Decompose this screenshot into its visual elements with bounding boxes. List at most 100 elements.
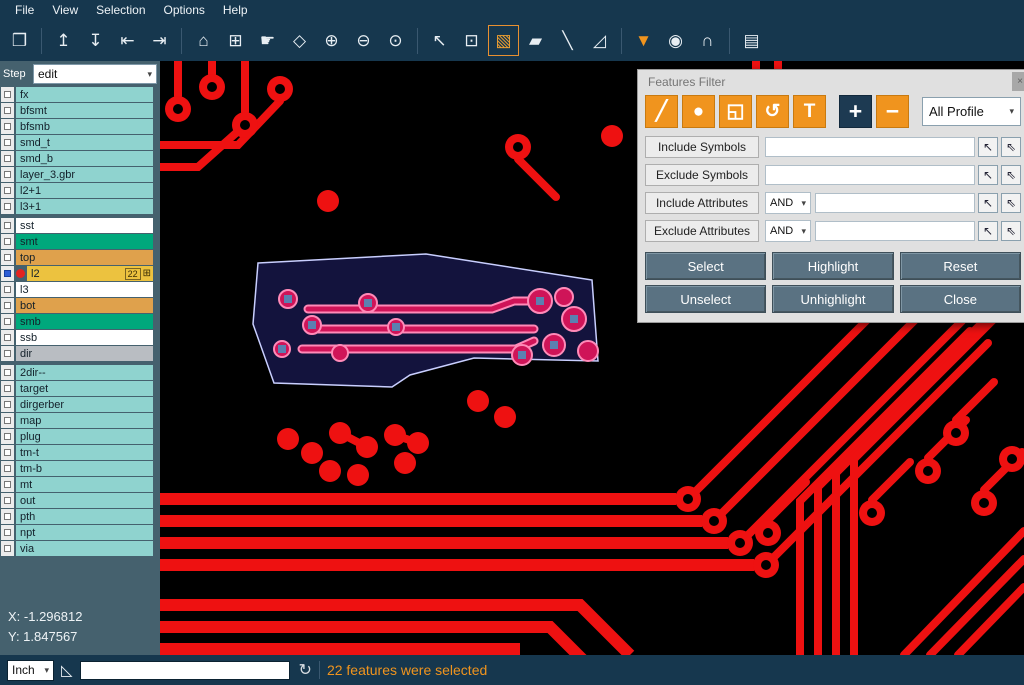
refresh-icon[interactable]: ↻ bbox=[299, 660, 312, 680]
layer-name[interactable]: bfsmb bbox=[16, 119, 153, 134]
exclude-attributes-operator-select[interactable]: AND ▾ bbox=[765, 220, 811, 242]
ruler-icon[interactable]: ◿ bbox=[584, 25, 615, 56]
layer-row-l2+1[interactable]: l2+1 bbox=[0, 183, 160, 198]
layer-visibility-checkbox[interactable] bbox=[1, 199, 14, 214]
layer-visibility-checkbox[interactable] bbox=[1, 461, 14, 476]
zoom-out-icon[interactable]: ⊖ bbox=[348, 25, 379, 56]
exclude-symbols-button[interactable]: Exclude Symbols bbox=[645, 164, 759, 186]
filter-text-button[interactable]: T bbox=[793, 95, 826, 128]
lasso-select-icon[interactable]: ◇ bbox=[284, 25, 315, 56]
layer-visibility-checkbox[interactable] bbox=[1, 445, 14, 460]
layer-visibility-checkbox[interactable] bbox=[1, 493, 14, 508]
undo-icon[interactable]: ⇤ bbox=[112, 25, 143, 56]
layer-visibility-checkbox[interactable] bbox=[1, 509, 14, 524]
layer-visibility-checkbox[interactable] bbox=[1, 119, 14, 134]
layer-row-bot[interactable]: bot bbox=[0, 298, 160, 313]
layer-name[interactable]: layer_3.gbr bbox=[16, 167, 153, 182]
layer-name[interactable]: sst bbox=[16, 218, 153, 233]
open-folder-icon[interactable]: ❒ bbox=[4, 25, 35, 56]
net-select-icon[interactable]: ∩ bbox=[692, 25, 723, 56]
layer-name[interactable]: l2+1 bbox=[16, 183, 153, 198]
layer-visibility-checkbox[interactable] bbox=[1, 397, 14, 412]
layer-row-l2[interactable]: l222⊞ bbox=[0, 266, 160, 281]
pcb-canvas[interactable]: Features Filter × ╱ ● ◱ ↺ T + − All Prof… bbox=[160, 61, 1024, 655]
include-attributes-button[interactable]: Include Attributes bbox=[645, 192, 759, 214]
layer-visibility-checkbox[interactable] bbox=[1, 330, 14, 345]
menu-options[interactable]: Options bbox=[155, 3, 214, 17]
layer-row-map[interactable]: map bbox=[0, 413, 160, 428]
close-icon[interactable]: × bbox=[1012, 72, 1024, 91]
menu-help[interactable]: Help bbox=[214, 3, 257, 17]
highlight-button[interactable]: Highlight bbox=[772, 252, 893, 280]
layer-row-2dir--[interactable]: 2dir-- bbox=[0, 365, 160, 380]
transform-select-icon[interactable]: ▧ bbox=[488, 25, 519, 56]
layer-name[interactable]: bfsmt bbox=[16, 103, 153, 118]
layer-row-out[interactable]: out bbox=[0, 493, 160, 508]
layer-name[interactable]: l3+1 bbox=[16, 199, 153, 214]
notes-panel-icon[interactable]: ▤ bbox=[736, 25, 767, 56]
layer-name[interactable]: map bbox=[16, 413, 153, 428]
snap-angle-icon[interactable]: ◺ bbox=[61, 661, 73, 679]
select-arrow-icon[interactable]: ↖ bbox=[424, 25, 455, 56]
layer-name[interactable]: top bbox=[16, 250, 153, 265]
layer-visibility-checkbox[interactable] bbox=[1, 429, 14, 444]
layer-row-bfsmb[interactable]: bfsmb bbox=[0, 119, 160, 134]
pick-attribute-add-icon[interactable]: ⇖ bbox=[1001, 221, 1021, 241]
selection-region[interactable] bbox=[253, 254, 598, 387]
layer-row-smd_t[interactable]: smd_t bbox=[0, 135, 160, 150]
reset-button[interactable]: Reset bbox=[900, 252, 1021, 280]
layer-name[interactable]: tm-b bbox=[16, 461, 153, 476]
filter-arcs-button[interactable]: ↺ bbox=[756, 95, 789, 128]
layer-name[interactable]: tm-t bbox=[16, 445, 153, 460]
layer-name[interactable]: l222⊞ bbox=[27, 266, 153, 281]
layer-name[interactable]: smd_b bbox=[16, 151, 153, 166]
filter-remove-button[interactable]: − bbox=[876, 95, 909, 128]
filter-add-button[interactable]: + bbox=[839, 95, 872, 128]
layer-visibility-checkbox[interactable] bbox=[1, 298, 14, 313]
dialog-titlebar[interactable]: Features Filter × bbox=[638, 70, 1024, 93]
layer-visibility-checkbox[interactable] bbox=[1, 477, 14, 492]
include-attributes-operator-select[interactable]: AND ▾ bbox=[765, 192, 811, 214]
layer-row-via[interactable]: via bbox=[0, 541, 160, 556]
layer-row-dir[interactable]: dir bbox=[0, 346, 160, 361]
layer-row-sst[interactable]: sst bbox=[0, 218, 160, 233]
units-select[interactable]: Inch ▾ bbox=[7, 660, 54, 681]
layer-visibility-checkbox[interactable] bbox=[1, 525, 14, 540]
include-attributes-input[interactable] bbox=[815, 193, 975, 213]
exclude-symbols-input[interactable] bbox=[765, 165, 975, 185]
eraser-icon[interactable]: ▰ bbox=[520, 25, 551, 56]
layer-visibility-checkbox[interactable] bbox=[1, 381, 14, 396]
frame-select-icon[interactable]: ⊡ bbox=[456, 25, 487, 56]
layer-visibility-checkbox[interactable] bbox=[1, 541, 14, 556]
eye-icon[interactable]: ◉ bbox=[660, 25, 691, 56]
layer-visibility-checkbox[interactable] bbox=[1, 87, 14, 102]
layer-visibility-checkbox[interactable] bbox=[1, 365, 14, 380]
pick-symbol-icon[interactable]: ↖ bbox=[978, 137, 998, 157]
measure-line-icon[interactable]: ╲ bbox=[552, 25, 583, 56]
menu-selection[interactable]: Selection bbox=[87, 3, 154, 17]
layer-name[interactable]: l3 bbox=[16, 282, 153, 297]
pick-symbol-add-icon[interactable]: ⇖ bbox=[1001, 137, 1021, 157]
unselect-button[interactable]: Unselect bbox=[645, 285, 766, 313]
import-step-icon[interactable]: ↧ bbox=[80, 25, 111, 56]
layer-row-ssb[interactable]: ssb bbox=[0, 330, 160, 345]
layer-name[interactable]: npt bbox=[16, 525, 153, 540]
layer-visibility-checkbox[interactable] bbox=[1, 135, 14, 150]
layer-row-smb[interactable]: smb bbox=[0, 314, 160, 329]
layer-visibility-checkbox[interactable] bbox=[1, 346, 14, 361]
layer-name[interactable]: smd_t bbox=[16, 135, 153, 150]
layer-name[interactable]: plug bbox=[16, 429, 153, 444]
step-select[interactable]: edit ▾ bbox=[33, 64, 157, 84]
filter-icon[interactable]: ▼ bbox=[628, 25, 659, 56]
pick-symbol-icon[interactable]: ↖ bbox=[978, 165, 998, 185]
layer-row-l3+1[interactable]: l3+1 bbox=[0, 199, 160, 214]
pick-attribute-icon[interactable]: ↖ bbox=[978, 221, 998, 241]
include-symbols-input[interactable] bbox=[765, 137, 975, 157]
layer-row-top[interactable]: top bbox=[0, 250, 160, 265]
layer-name[interactable]: fx bbox=[16, 87, 153, 102]
layer-row-tm-b[interactable]: tm-b bbox=[0, 461, 160, 476]
redo-icon[interactable]: ⇥ bbox=[144, 25, 175, 56]
select-button[interactable]: Select bbox=[645, 252, 766, 280]
layer-row-smd_b[interactable]: smd_b bbox=[0, 151, 160, 166]
layer-visibility-checkbox[interactable] bbox=[1, 234, 14, 249]
